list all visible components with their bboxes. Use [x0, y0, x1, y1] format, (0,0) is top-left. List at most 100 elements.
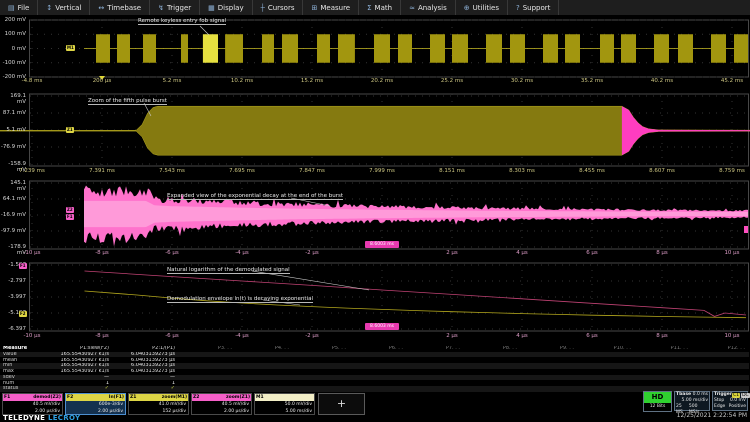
trace-chip-f1[interactable]: F1 [66, 214, 74, 220]
y-tick-label: 0 mV [0, 46, 26, 52]
x-tick-label: 7.391 ms [80, 168, 124, 174]
menu-utilities[interactable]: ⊕Utilities [456, 0, 508, 15]
add-trace-button[interactable]: + [318, 393, 365, 415]
measure-cell [293, 386, 350, 392]
menu-file[interactable]: ▤File [0, 0, 38, 15]
datetime: 12/25/2021 2:22:54 PM [677, 412, 747, 419]
descriptor-z2[interactable]: Z2zoom(Z1)40.5 mV/div2.00 µs/div [191, 393, 252, 415]
bits-label: 12 Bits [644, 403, 671, 411]
horizontal-scale: 5.00 ms/div [255, 408, 314, 415]
timebase-rate: 500 MS/s [689, 404, 708, 410]
menu-label: Support [523, 4, 551, 12]
x-tick-label: 8 µs [640, 250, 684, 256]
annotation-demod-envelope: Demodulation envelope ln(t) is decaying … [167, 296, 313, 303]
trace-function: ln(F1) [109, 394, 124, 401]
trace-function: demod(Z2) [33, 394, 61, 401]
x-tick-label: 8.759 ms [710, 168, 750, 174]
cursors-icon: ┼ [261, 4, 265, 12]
x-tick-label: 8.151 ms [430, 168, 474, 174]
menu-label: Timebase [107, 4, 141, 12]
x-tick-label: 30.2 ms [500, 78, 544, 84]
menu-timebase[interactable]: ↔Timebase [90, 0, 150, 15]
x-tick-label: -2 µs [290, 250, 334, 256]
menu-measure[interactable]: ⊞Measure [303, 0, 359, 15]
trace-chip-z1[interactable]: Z1 [66, 127, 74, 133]
measure-cell: ✓ [113, 386, 179, 392]
trace-chip-z2[interactable]: Z2 [66, 207, 74, 213]
y-tick-label: -16.9 mV [0, 212, 26, 218]
waveform-panel-m1[interactable]: Remote keyless entry fob signal 200 mV 10… [0, 17, 750, 90]
x-tick-label: 7.695 ms [220, 168, 264, 174]
timebase-icon: ↔ [98, 4, 104, 12]
annotation-fifth-burst: Zoom of the fifth pulse burst [88, 98, 167, 105]
x-tick-label: -4 µs [220, 333, 264, 339]
reference-time-badge: 8.6003 ms [365, 241, 399, 248]
menu-vertical[interactable]: ↕Vertical [38, 0, 90, 15]
trace-name: F1 [4, 394, 10, 401]
y-tick-label: 64.1 mV [0, 196, 26, 202]
x-tick-label: 20.2 ms [360, 78, 404, 84]
x-tick-label: 25.2 ms [430, 78, 474, 84]
descriptor-z1[interactable]: Z1zoom(M1)41.0 mV/div152 µs/div [128, 393, 189, 415]
horizontal-scale: 152 µs/div [129, 408, 188, 415]
descriptor-m1[interactable]: M150.0 mV/div5.00 ms/div [254, 393, 315, 415]
menu-cursors[interactable]: ┼Cursors [253, 0, 304, 15]
x-tick-label: -2 µs [290, 333, 334, 339]
waveform-panel-f2[interactable]: Natural logarithm of the demodulated sig… [0, 261, 750, 346]
x-tick-label: 8.455 ms [570, 168, 614, 174]
x-tick-label: 6 µs [570, 250, 614, 256]
y-tick-label: 100 mV [0, 31, 26, 37]
x-tick-label: 40.2 ms [640, 78, 684, 84]
trigger-slope: Positive [729, 404, 746, 410]
x-tick-label: -10 µs [10, 250, 54, 256]
menu-label: Math [375, 4, 393, 12]
menu-trigger[interactable]: ↯Trigger [150, 0, 200, 15]
menu-label: Trigger [167, 4, 191, 12]
vertical-scale: 40.5 mV/div [192, 401, 251, 408]
menu-display[interactable]: ▦Display [200, 0, 252, 15]
y-tick-label: -97.9 mV [0, 228, 26, 234]
vertical-scale: 50.0 mV/div [255, 401, 314, 408]
trace-chip-f1[interactable]: F1 [19, 263, 27, 269]
menu-math[interactable]: ΣMath [359, 0, 401, 15]
x-tick-label: 7.847 ms [290, 168, 334, 174]
y-tick-label: 145.1 mV [0, 180, 26, 192]
menu-label: Vertical [55, 4, 81, 12]
y-tick-label: 200 mV [0, 17, 26, 23]
x-tick-label: 8.607 ms [640, 168, 684, 174]
y-tick-label: 169.1 mV [0, 93, 26, 105]
trigger-summary[interactable]: TriggerC1DC Stop0.0 mV EdgePositive [712, 391, 748, 411]
timebase-summary[interactable]: Tbase0.0 ms 5.00 ms/div 25 MS500 MS/s [674, 391, 710, 411]
y-tick-label: -6.397 [0, 326, 26, 332]
acquisition-mode-badge[interactable]: HD 12 Bits [643, 391, 672, 412]
waveform-panel-z2[interactable]: Expanded view of the exponential decay a… [0, 179, 750, 261]
descriptor-f1[interactable]: F1demod(Z2)40.5 mV/div2.00 µs/div [2, 393, 63, 415]
trace-function: zoom(Z1) [226, 394, 250, 401]
oscilloscope-screen: ▤File↕Vertical↔Timebase↯Trigger▦Display┼… [0, 0, 750, 422]
x-tick-label: 4 µs [500, 250, 544, 256]
x-tick-label: 8.303 ms [500, 168, 544, 174]
x-tick-label: 45.2 ms [710, 78, 750, 84]
y-tick-label: -3.997 [0, 294, 26, 300]
annotation-rke-signal: Remote keyless entry fob signal [138, 18, 226, 25]
menu-analysis[interactable]: ≈Analysis [401, 0, 456, 15]
y-tick-label: 87.1 mV [0, 110, 26, 116]
x-tick-label: 8 µs [640, 333, 684, 339]
menu-label: File [18, 4, 30, 12]
measure-cell [578, 386, 635, 392]
descriptor-f2[interactable]: F2ln(F1)600e-3/div2.00 µs/div [65, 393, 126, 415]
analysis-icon: ≈ [409, 4, 415, 12]
trace-chip-m1[interactable]: M1 [66, 45, 75, 51]
x-tick-label: -6 µs [150, 333, 194, 339]
x-tick-label: -8 µs [80, 250, 124, 256]
measure-cell [350, 386, 407, 392]
measure-cell [521, 386, 578, 392]
horizontal-scale: 2.00 µs/div [3, 408, 62, 415]
trace-chip-f2[interactable]: F2 [19, 311, 27, 317]
menu-support[interactable]: ?Support [508, 0, 559, 15]
horizontal-scale: 2.00 µs/div [192, 408, 251, 415]
x-tick-label: 200 µs [80, 78, 124, 84]
measure-cell: ✓ [35, 386, 113, 392]
file-icon: ▤ [8, 4, 15, 12]
waveform-panel-z1[interactable]: Zoom of the fifth pulse burst 169.1 mV 87… [0, 90, 750, 179]
